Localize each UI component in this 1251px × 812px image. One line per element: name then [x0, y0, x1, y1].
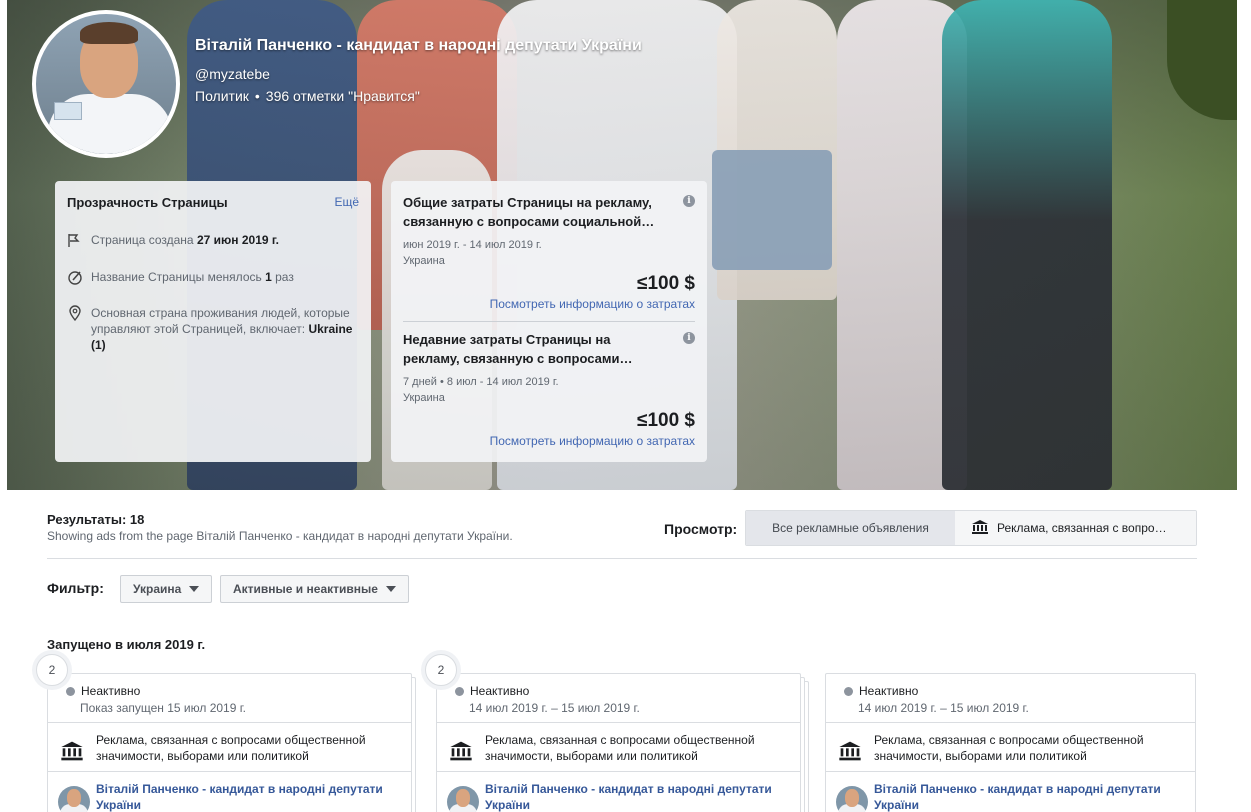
- view-switcher: Все рекламные объявления Реклама, связан…: [745, 510, 1197, 546]
- transparency-more-link[interactable]: Ещё: [334, 195, 359, 209]
- recent-spend-link[interactable]: Посмотреть информацию о затратах: [490, 434, 695, 448]
- page-handle: @myzatebe: [195, 66, 270, 82]
- country-filter-dropdown[interactable]: Украина: [120, 575, 213, 603]
- caret-down-icon: [385, 586, 396, 592]
- ad-count-badge: 2: [36, 654, 68, 686]
- advertiser-link[interactable]: Віталій Панченко - кандидат в народні де…: [874, 781, 1174, 812]
- inactive-dot-icon: [66, 686, 75, 696]
- edit-icon: [67, 269, 91, 289]
- advertiser-link[interactable]: Віталій Панченко - кандидат в народні де…: [485, 781, 785, 812]
- total-spend-amount: ≤100 $: [637, 273, 695, 294]
- ad-count-badge: 2: [425, 654, 457, 686]
- advertiser-avatar[interactable]: [836, 786, 868, 812]
- country-row: Основная страна проживания людей, которы…: [67, 305, 357, 353]
- government-building-icon: [449, 740, 473, 764]
- divider: [48, 771, 411, 772]
- divider: [826, 722, 1195, 723]
- recent-spend-amount: ≤100 $: [637, 410, 695, 431]
- ad-status: Неактивно: [844, 684, 918, 698]
- caret-down-icon: [189, 586, 200, 592]
- info-icon[interactable]: i: [683, 195, 695, 207]
- government-building-icon: [60, 740, 84, 764]
- divider: [437, 722, 800, 723]
- transparency-title: Прозрачность Страницы: [67, 195, 228, 210]
- page-avatar[interactable]: [32, 10, 180, 158]
- created-date: 27 июн 2019 г.: [196, 233, 280, 247]
- divider: [403, 321, 695, 322]
- flag-icon: [67, 232, 91, 252]
- location-pin-icon: [67, 305, 91, 353]
- status-filter-dropdown[interactable]: Активные и неактивные: [220, 575, 409, 603]
- ad-date: 14 июл 2019 г. – 15 июл 2019 г.: [858, 701, 1029, 715]
- inactive-dot-icon: [455, 686, 464, 696]
- name-changed-row: Название Страницы менялось 1 раз: [67, 269, 357, 289]
- divider: [437, 771, 800, 772]
- ad-date: 14 июл 2019 г. – 15 июл 2019 г.: [469, 701, 640, 715]
- name-changed-count: 1: [265, 270, 272, 284]
- cover-tree: [1167, 0, 1237, 120]
- ad-status: Неактивно: [455, 684, 529, 698]
- government-building-icon: [971, 519, 989, 538]
- cover-figure: [712, 150, 832, 270]
- ad-category: Реклама, связанная с вопросами обществен…: [874, 733, 1144, 763]
- inactive-dot-icon: [844, 686, 853, 696]
- recent-spend-title: Недавние затраты Страницы на рекламу, св…: [403, 332, 633, 366]
- total-spend: Общие затраты Страницы на рекламу, связа…: [403, 193, 695, 311]
- launch-section-title: Запущено в июля 2019 г.: [47, 637, 206, 652]
- total-spend-region: Украина: [403, 255, 445, 267]
- recent-spend-period: 7 дней • 8 июл - 14 июл 2019 г.: [403, 376, 559, 388]
- recent-spend-region: Украина: [403, 392, 445, 404]
- view-all-ads-button[interactable]: Все рекламные объявления: [746, 511, 955, 545]
- ad-card[interactable]: Неактивно 14 июл 2019 г. – 15 июл 2019 г…: [436, 673, 801, 812]
- divider: [48, 722, 411, 723]
- total-spend-link[interactable]: Посмотреть информацию о затратах: [490, 297, 695, 311]
- advertiser-link[interactable]: Віталій Панченко - кандидат в народні де…: [96, 781, 396, 812]
- cover-figure: [942, 0, 1112, 490]
- ad-status: Неактивно: [66, 684, 140, 698]
- government-building-icon: [838, 740, 862, 764]
- view-label: Просмотр:: [664, 521, 738, 537]
- created-row: Страница создана 27 июн 2019 г.: [67, 232, 357, 252]
- advertiser-avatar[interactable]: [447, 786, 479, 812]
- ad-category: Реклама, связанная с вопросами обществен…: [485, 733, 755, 763]
- results-count: Результаты: 18: [47, 512, 145, 527]
- total-spend-period: июн 2019 г. - 14 июл 2019 г.: [403, 239, 542, 251]
- ad-card[interactable]: Неактивно 14 июл 2019 г. – 15 июл 2019 г…: [825, 673, 1196, 812]
- divider: [826, 771, 1195, 772]
- ad-category: Реклама, связанная с вопросами обществен…: [96, 733, 366, 763]
- page-category: Политик: [195, 88, 249, 104]
- page-likes: 396 отметки "Нравится": [265, 88, 420, 104]
- results-subtitle: Showing ads from the page Віталій Панчен…: [47, 529, 513, 543]
- page-transparency-card: Прозрачность Страницы Ещё Страница созда…: [55, 181, 371, 462]
- total-spend-title: Общие затраты Страницы на рекламу, связа…: [403, 195, 655, 229]
- advertiser-avatar[interactable]: [58, 786, 90, 812]
- view-political-ads-button[interactable]: Реклама, связанная с вопро…: [955, 511, 1196, 545]
- divider: [47, 558, 1197, 559]
- recent-spend: Недавние затраты Страницы на рекламу, св…: [403, 330, 695, 448]
- info-icon[interactable]: i: [683, 332, 695, 344]
- ad-date: Показ запущен 15 июл 2019 г.: [80, 701, 246, 715]
- page-title[interactable]: Віталій Панченко - кандидат в народні де…: [195, 37, 642, 55]
- ad-spend-card: Общие затраты Страницы на рекламу, связа…: [391, 181, 707, 462]
- page-meta: Политик • 396 отметки "Нравится": [195, 88, 420, 104]
- filter-label: Фильтр:: [47, 580, 104, 596]
- ad-card[interactable]: Неактивно Показ запущен 15 июл 2019 г. Р…: [47, 673, 412, 812]
